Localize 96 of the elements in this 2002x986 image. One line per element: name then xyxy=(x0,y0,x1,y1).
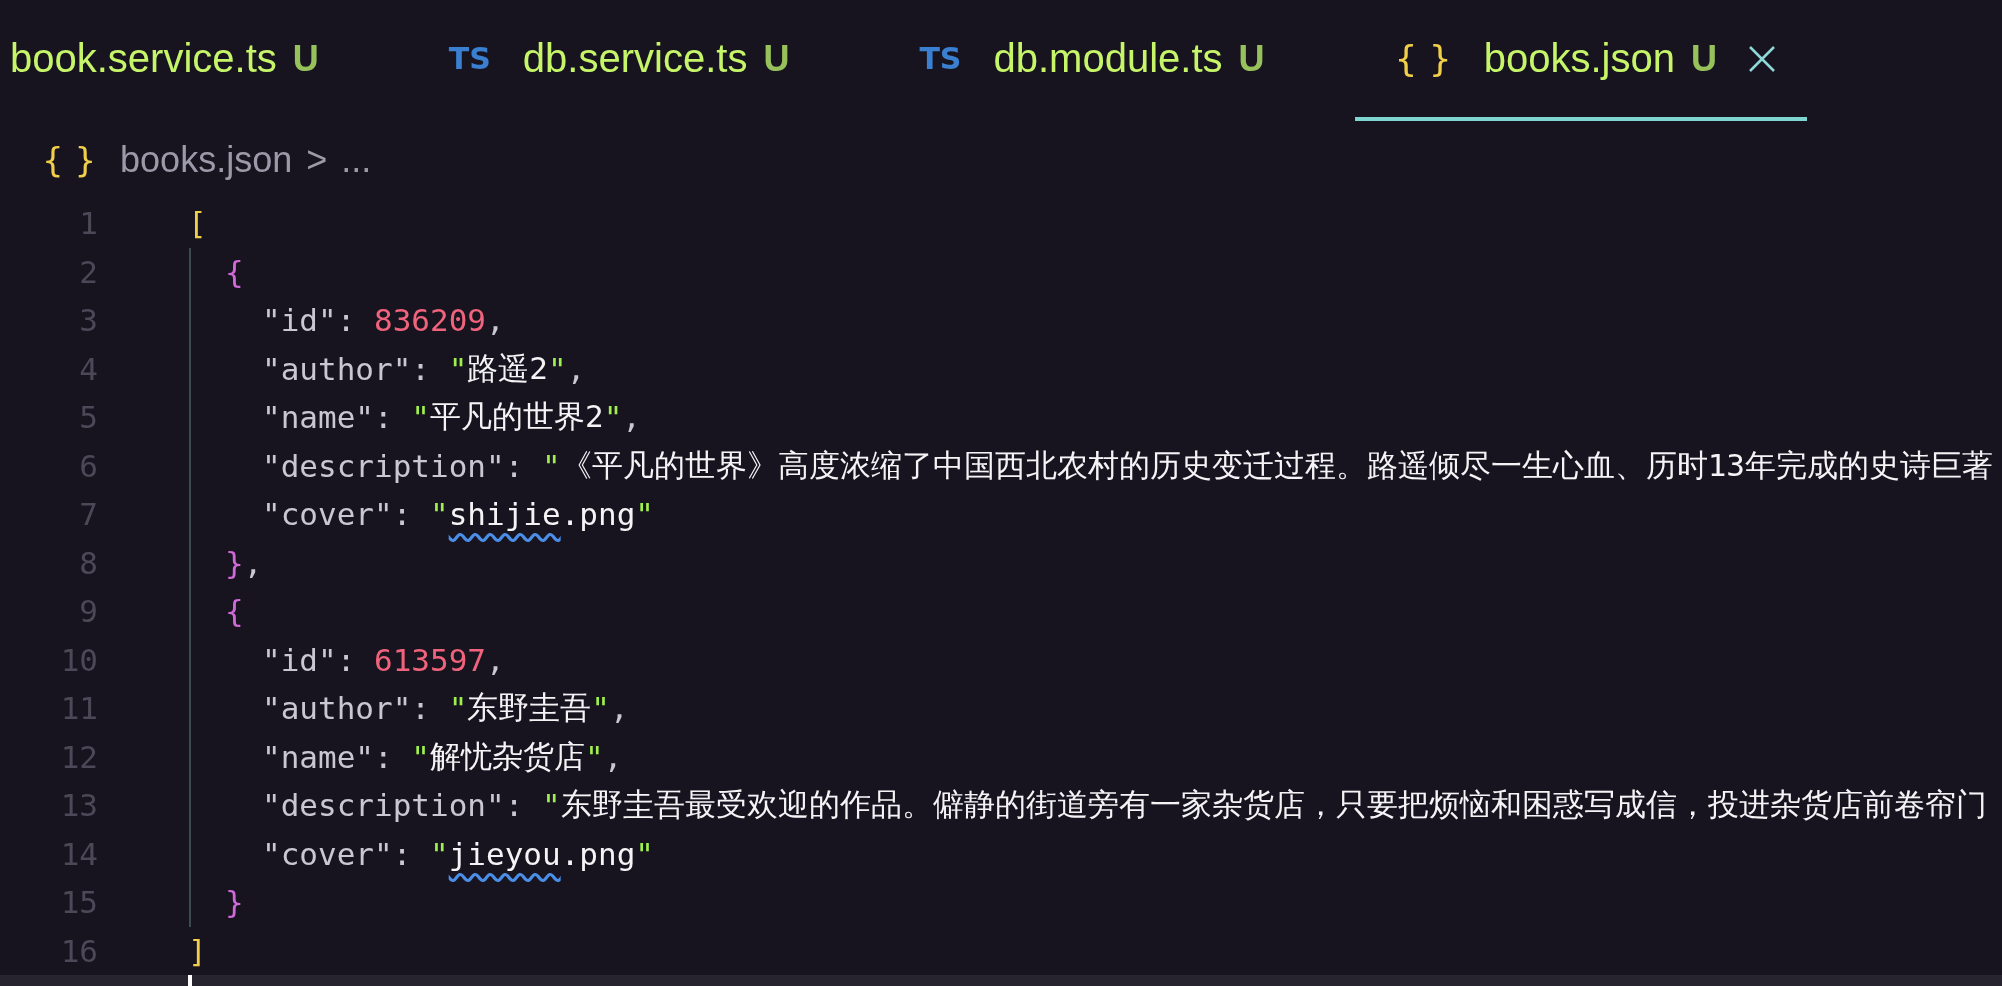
quote-mark: " xyxy=(542,447,561,484)
breadcrumb-more[interactable]: ... xyxy=(341,139,372,181)
json-key: "name" xyxy=(262,738,374,775)
quote-mark: " xyxy=(585,738,604,775)
status-letter: U xyxy=(1238,37,1265,80)
json-key: "description" xyxy=(262,447,505,484)
code-punctuation: : xyxy=(411,350,430,387)
code-punctuation: : xyxy=(336,302,356,339)
number-value: 613597 xyxy=(374,641,486,678)
breadcrumb-separator: > xyxy=(306,139,328,181)
line-number: 3 xyxy=(78,302,98,339)
tab-label: db.module.ts xyxy=(993,36,1223,81)
quote-mark: " xyxy=(411,738,430,775)
code-punctuation: , xyxy=(566,350,586,387)
quote-mark: " xyxy=(448,350,468,387)
line-number: 9 xyxy=(78,593,98,630)
json-key: "description" xyxy=(262,787,505,824)
code-punctuation: , xyxy=(486,302,505,339)
breadcrumb-item[interactable]: books.json xyxy=(120,139,293,181)
line-number: 10 xyxy=(59,641,98,678)
status-letter: U xyxy=(763,37,790,80)
status-letter: U xyxy=(1691,37,1717,80)
typescript-file-icon: TS xyxy=(919,41,962,76)
code-punctuation: : xyxy=(374,399,393,436)
brace: } xyxy=(225,884,244,921)
string-value: 东野圭吾 xyxy=(467,688,592,728)
code-punctuation: , xyxy=(486,641,505,678)
line-number: 4 xyxy=(78,350,98,387)
code-punctuation: : xyxy=(392,496,412,533)
line-number: 8 xyxy=(78,544,98,581)
editor-tab[interactable]: { } books.json U xyxy=(1354,0,1807,121)
line-number: 11 xyxy=(59,690,98,727)
number-value: 836209 xyxy=(374,302,486,339)
code-punctuation: : xyxy=(504,447,524,484)
json-key: "cover" xyxy=(262,835,393,872)
code-punctuation: : xyxy=(392,835,412,872)
string-value: 东野圭吾最受欢迎的作品。僻静的街道旁有一家杂货店，只要把烦恼和困惑写成信，投进杂货店前卷帘门 xyxy=(560,785,1987,825)
string-value: 《平凡的世界》高度浓缩了中国西北农村的历史变迁过程。路遥倾尽一生心血、历时13年完成的史诗巨著 xyxy=(560,445,1993,485)
close-icon xyxy=(1747,43,1777,74)
json-key: "author" xyxy=(262,350,412,387)
editor-tab[interactable]: TS db.module.ts U xyxy=(879,0,1355,121)
string-value: 路遥2 xyxy=(467,348,548,388)
code-punctuation: , xyxy=(610,690,629,727)
string-value: .png xyxy=(560,496,636,533)
line-number: 12 xyxy=(59,738,98,775)
typescript-file-icon: TS xyxy=(448,41,491,76)
quote-mark: " xyxy=(603,399,623,436)
editor-tab[interactable]: book.service.ts U xyxy=(0,0,409,121)
quote-mark: " xyxy=(635,835,654,872)
line-number: 6 xyxy=(78,447,98,484)
line-number: 15 xyxy=(59,884,98,921)
string-value: 解忧杂货店 xyxy=(430,736,585,776)
line-number: 7 xyxy=(78,496,98,533)
brace: { xyxy=(225,593,244,630)
json-key: "id" xyxy=(262,302,337,339)
brace: { xyxy=(225,253,244,290)
code-punctuation: , xyxy=(243,544,263,581)
code-punctuation: : xyxy=(504,787,524,824)
editor-tab[interactable]: TS db.service.ts U xyxy=(408,0,880,121)
code-punctuation: : xyxy=(374,738,393,775)
line-number: 16 xyxy=(59,932,98,969)
bracket: [ xyxy=(188,205,207,242)
close-button[interactable] xyxy=(1747,43,1777,74)
line-number: 13 xyxy=(59,787,98,824)
json-key: "author" xyxy=(262,690,412,727)
string-value: .png xyxy=(560,835,636,872)
json-key: "id" xyxy=(262,641,337,678)
json-key: "name" xyxy=(262,399,374,436)
code-punctuation: : xyxy=(411,690,430,727)
json-file-icon: { } xyxy=(42,140,97,180)
bracket: ] xyxy=(188,932,207,969)
status-letter: U xyxy=(292,37,319,80)
quote-mark: " xyxy=(430,835,449,872)
line-number: 1 xyxy=(78,205,98,242)
quote-mark: " xyxy=(411,399,430,436)
json-file-icon: { } xyxy=(1394,38,1452,79)
quote-mark: " xyxy=(430,496,449,533)
tab-label: books.json xyxy=(1483,36,1675,81)
quote-mark: " xyxy=(542,787,561,824)
tab-label: book.service.ts xyxy=(10,36,277,81)
json-key: "cover" xyxy=(262,496,393,533)
quote-mark: " xyxy=(448,690,468,727)
quote-mark: " xyxy=(635,496,654,533)
misspelled-word: jieyou xyxy=(448,835,561,872)
code-punctuation: : xyxy=(336,641,356,678)
line-number: 5 xyxy=(78,399,98,436)
line-number: 14 xyxy=(59,835,98,872)
misspelled-word: shijie xyxy=(448,496,561,533)
quote-mark: " xyxy=(591,690,610,727)
quote-mark: " xyxy=(548,350,567,387)
tab-label: db.service.ts xyxy=(522,36,748,81)
string-value: 平凡的世界2 xyxy=(430,397,604,437)
line-number: 2 xyxy=(78,253,98,290)
code-punctuation: , xyxy=(622,399,642,436)
brace: } xyxy=(225,544,244,581)
code-punctuation: , xyxy=(603,738,623,775)
